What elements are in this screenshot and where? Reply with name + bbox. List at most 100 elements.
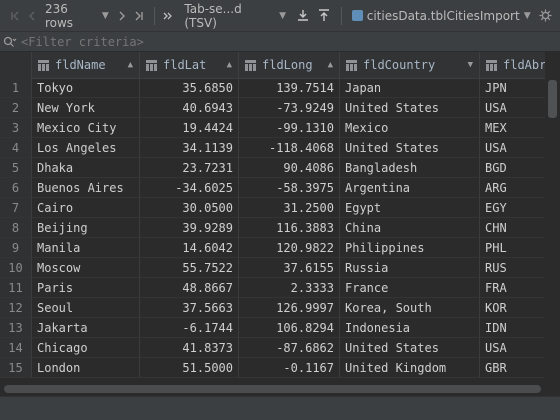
table-cell[interactable]: Philippines	[340, 238, 480, 258]
table-cell[interactable]: BGD	[480, 158, 545, 178]
table-cell[interactable]: 51.5000	[140, 358, 239, 378]
table-row[interactable]: 8 Beijing 39.9289 116.3883 China CHN	[0, 218, 545, 238]
table-cell[interactable]: KOR	[480, 298, 545, 318]
table-cell[interactable]: London	[32, 358, 140, 378]
table-cell[interactable]: 30.0500	[140, 198, 239, 218]
table-cell[interactable]: 139.7514	[239, 78, 340, 98]
table-cell[interactable]: 106.8294	[239, 318, 340, 338]
table-row[interactable]: 14 Chicago 41.8373 -87.6862 United States USA	[0, 338, 545, 358]
column-header-fldname[interactable]: fldName ▲︎	[32, 52, 140, 78]
table-row[interactable]: 3 Mexico City 19.4424 -99.1310 Mexico MEX	[0, 118, 545, 138]
table-cell[interactable]: -118.4068	[239, 138, 340, 158]
filter-search-icon[interactable]	[3, 36, 17, 48]
vertical-scroll-thumb[interactable]	[548, 80, 557, 118]
table-cell[interactable]: United States	[340, 338, 480, 358]
upload-icon[interactable]	[313, 0, 334, 32]
table-cell[interactable]: PHL	[480, 238, 545, 258]
table-cell[interactable]: 120.9822	[239, 238, 340, 258]
table-cell[interactable]: 23.7231	[140, 158, 239, 178]
table-cell[interactable]: ARG	[480, 178, 545, 198]
table-cell[interactable]: 35.6850	[140, 78, 239, 98]
rows-count-selector[interactable]: 236 rows ▼	[41, 2, 113, 30]
table-cell[interactable]: Egypt	[340, 198, 480, 218]
sort-icon[interactable]: ▲︎	[128, 60, 133, 70]
table-row[interactable]: 12 Seoul 37.5663 126.9997 Korea, South KOR	[0, 298, 545, 318]
last-page-icon[interactable]	[130, 0, 147, 32]
table-cell[interactable]: 14.6042	[140, 238, 239, 258]
table-cell[interactable]: Paris	[32, 278, 140, 298]
table-cell[interactable]: Dhaka	[32, 158, 140, 178]
table-cell[interactable]: CHN	[480, 218, 545, 238]
table-cell[interactable]: 34.1139	[140, 138, 239, 158]
table-row[interactable]: 4 Los Angeles 34.1139 -118.4068 United State…	[0, 138, 545, 158]
table-cell[interactable]: 126.9997	[239, 298, 340, 318]
table-cell[interactable]: Jakarta	[32, 318, 140, 338]
table-cell[interactable]: Japan	[340, 78, 480, 98]
previous-page-icon[interactable]	[23, 0, 40, 32]
sort-icon[interactable]: ▼	[468, 60, 473, 70]
column-header-fldlat[interactable]: fldLat ▲︎	[140, 52, 239, 78]
table-cell[interactable]: -99.1310	[239, 118, 340, 138]
filter-criteria-input[interactable]	[17, 34, 521, 49]
table-row[interactable]: 15 London 51.5000 -0.1167 United Kingdom GBR	[0, 358, 545, 378]
table-cell[interactable]: -58.3975	[239, 178, 340, 198]
column-header-fldcountry[interactable]: fldCountry ▼	[340, 52, 480, 78]
table-cell[interactable]: 37.6155	[239, 258, 340, 278]
table-cell[interactable]: New York	[32, 98, 140, 118]
table-cell[interactable]: RUS	[480, 258, 545, 278]
table-cell[interactable]: Russia	[340, 258, 480, 278]
table-cell[interactable]: USA	[480, 138, 545, 158]
download-icon[interactable]	[292, 0, 313, 32]
table-row[interactable]: 7 Cairo 30.0500 31.2500 Egypt EGY	[0, 198, 545, 218]
horizontal-scroll-thumb[interactable]	[4, 385, 541, 393]
table-cell[interactable]: Bangladesh	[340, 158, 480, 178]
table-row[interactable]: 10 Moscow 55.7522 37.6155 Russia RUS	[0, 258, 545, 278]
table-cell[interactable]: -34.6025	[140, 178, 239, 198]
sort-icon[interactable]: ▲︎	[328, 60, 333, 70]
export-format-selector[interactable]: Tab-se...d (TSV) ▼	[180, 2, 290, 30]
table-cell[interactable]: 55.7522	[140, 258, 239, 278]
table-cell[interactable]: 48.8667	[140, 278, 239, 298]
settings-gear-icon[interactable]	[535, 0, 556, 32]
table-cell[interactable]: United Kingdom	[340, 358, 480, 378]
column-header-fldabr[interactable]: fldAbr	[480, 52, 545, 78]
table-cell[interactable]: China	[340, 218, 480, 238]
table-cell[interactable]: 116.3883	[239, 218, 340, 238]
table-cell[interactable]: 41.8373	[140, 338, 239, 358]
table-cell[interactable]: Los Angeles	[32, 138, 140, 158]
table-cell[interactable]: Moscow	[32, 258, 140, 278]
table-cell[interactable]: IDN	[480, 318, 545, 338]
table-selector[interactable]: citiesData.tblCitiesImport ▼	[348, 9, 535, 23]
table-row[interactable]: 9 Manila 14.6042 120.9822 Philippines PHL	[0, 238, 545, 258]
table-cell[interactable]: -73.9249	[239, 98, 340, 118]
table-cell[interactable]: Buenos Aires	[32, 178, 140, 198]
table-cell[interactable]: Seoul	[32, 298, 140, 318]
column-header-fldlong[interactable]: fldLong ▲︎	[239, 52, 340, 78]
table-cell[interactable]: JPN	[480, 78, 545, 98]
table-cell[interactable]: FRA	[480, 278, 545, 298]
table-cell[interactable]: -87.6862	[239, 338, 340, 358]
table-cell[interactable]: France	[340, 278, 480, 298]
table-cell[interactable]: Cairo	[32, 198, 140, 218]
table-cell[interactable]: Tokyo	[32, 78, 140, 98]
table-cell[interactable]: 37.5663	[140, 298, 239, 318]
table-cell[interactable]: 19.4424	[140, 118, 239, 138]
table-row[interactable]: 2 New York 40.6943 -73.9249 United States USA	[0, 98, 545, 118]
table-cell[interactable]: Mexico City	[32, 118, 140, 138]
table-cell[interactable]: Beijing	[32, 218, 140, 238]
table-cell[interactable]: MEX	[480, 118, 545, 138]
first-page-icon[interactable]	[6, 0, 23, 32]
table-cell[interactable]: Chicago	[32, 338, 140, 358]
table-cell[interactable]: 40.6943	[140, 98, 239, 118]
table-cell[interactable]: USA	[480, 98, 545, 118]
table-cell[interactable]: 90.4086	[239, 158, 340, 178]
table-cell[interactable]: Korea, South	[340, 298, 480, 318]
table-cell[interactable]: Indonesia	[340, 318, 480, 338]
table-row[interactable]: 13 Jakarta -6.1744 106.8294 Indonesia IDN	[0, 318, 545, 338]
table-cell[interactable]: 39.9289	[140, 218, 239, 238]
table-cell[interactable]: -6.1744	[140, 318, 239, 338]
table-cell[interactable]: United States	[340, 138, 480, 158]
table-cell[interactable]: United States	[340, 98, 480, 118]
sort-icon[interactable]: ▲︎	[227, 60, 232, 70]
table-cell[interactable]: Manila	[32, 238, 140, 258]
